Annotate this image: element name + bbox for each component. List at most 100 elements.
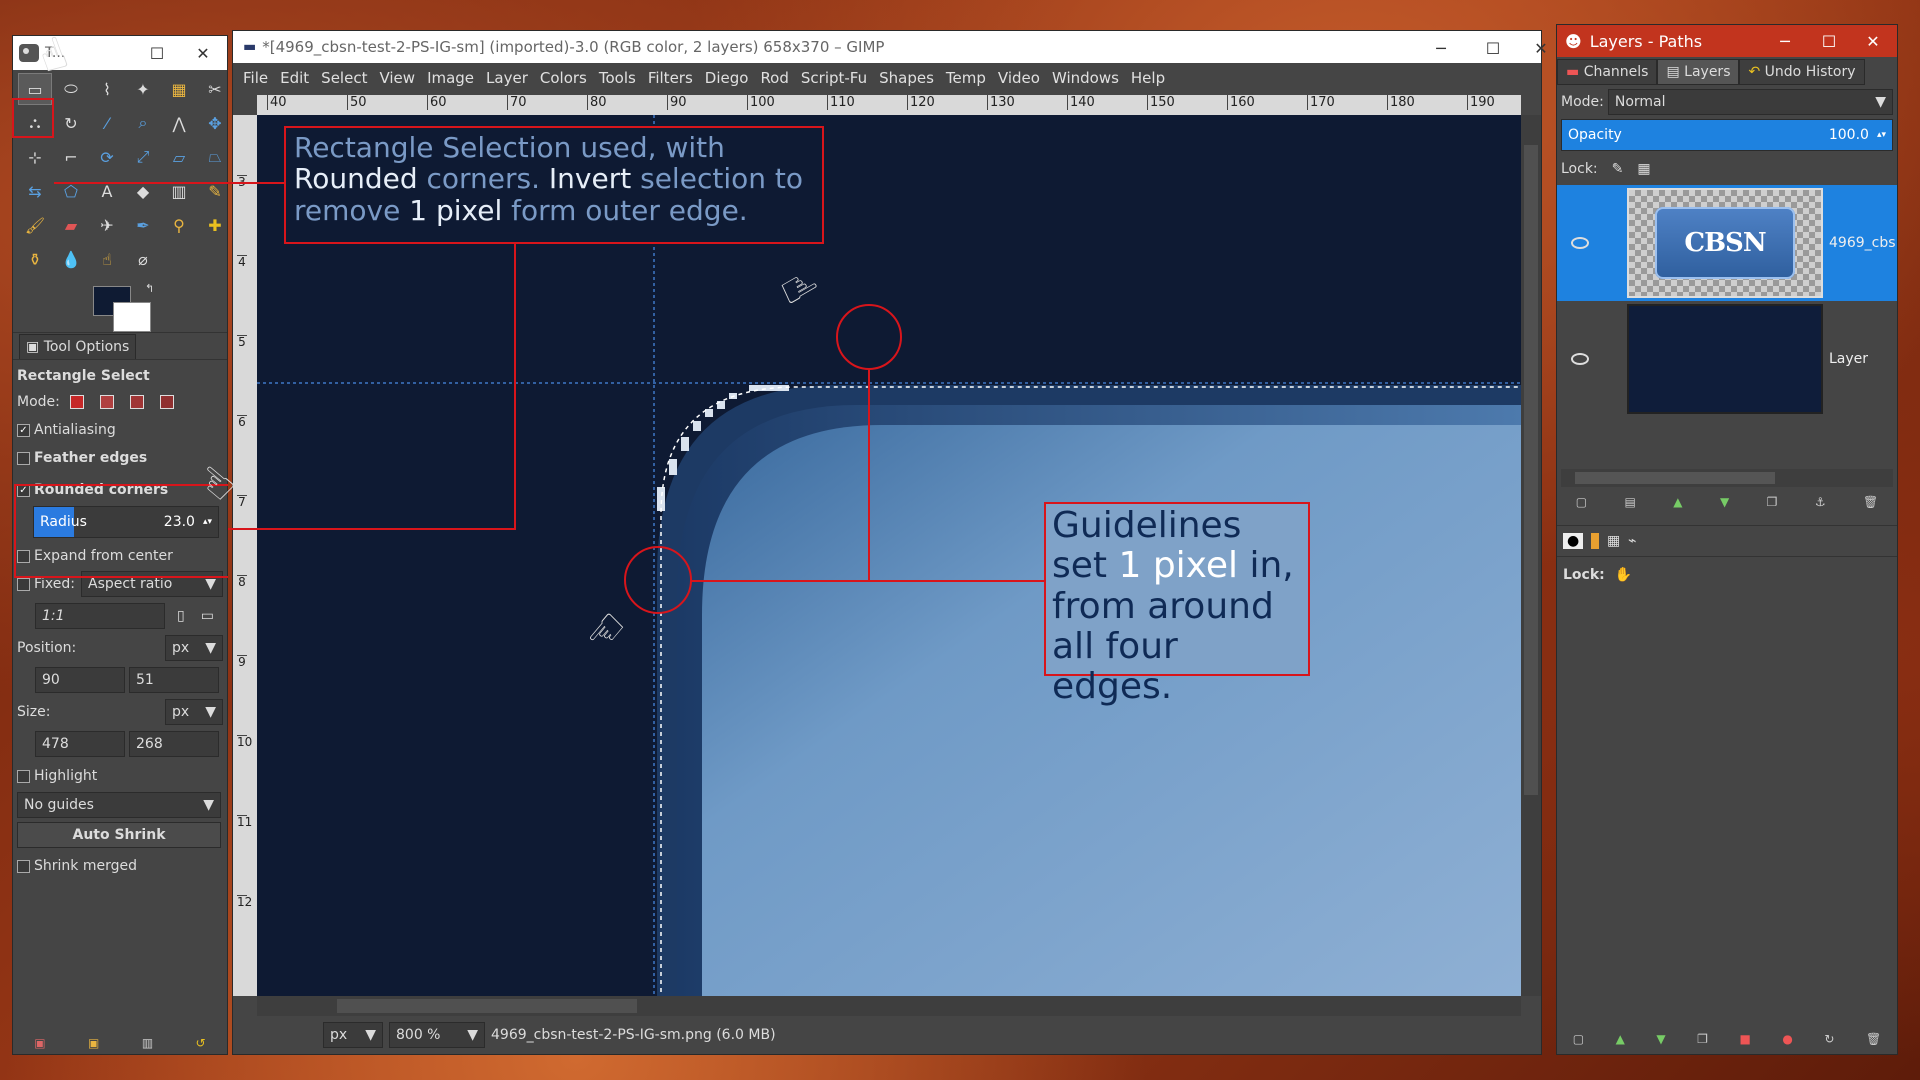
zoom-dropdown[interactable]: 800 % ▼: [389, 1022, 485, 1048]
menu-filters[interactable]: Filters: [642, 69, 699, 87]
tab-tool-options[interactable]: ▣ Tool Options: [19, 333, 137, 359]
menu-image[interactable]: Image: [421, 69, 480, 87]
stop-icon[interactable]: ■: [1739, 1032, 1750, 1046]
size-h-input[interactable]: 268: [129, 731, 219, 757]
menu-select[interactable]: Select: [315, 69, 373, 87]
trash-icon[interactable]: 🗑: [1866, 1032, 1881, 1046]
mode-add-button[interactable]: [99, 395, 114, 409]
position-y-input[interactable]: 51: [129, 667, 219, 693]
tab-channels[interactable]: ▬ Channels: [1557, 59, 1658, 85]
align-tool-icon[interactable]: ⊹: [19, 142, 51, 172]
menu-rod[interactable]: Rod: [754, 69, 794, 87]
text-tool-icon[interactable]: A: [91, 176, 123, 206]
smudge-tool-icon[interactable]: ☝: [91, 244, 123, 274]
highlight-checkbox[interactable]: [17, 769, 30, 783]
raise-icon[interactable]: ▲: [1616, 1032, 1625, 1046]
duplicate-icon[interactable]: ❐: [1697, 1032, 1708, 1046]
record-icon[interactable]: ●: [1782, 1032, 1792, 1046]
maximize-icon[interactable]: ☐: [1473, 31, 1513, 65]
gradient-icon[interactable]: ▦: [1607, 533, 1620, 549]
eye-icon[interactable]: [1571, 353, 1589, 365]
radius-slider[interactable]: Radius 23.0 ▴▾: [33, 506, 219, 538]
free-select-tool-icon[interactable]: ⌇: [91, 74, 123, 104]
shrink-merged-checkbox[interactable]: [17, 859, 30, 873]
horizontal-scrollbar[interactable]: [257, 996, 1521, 1016]
menu-shapes[interactable]: Shapes: [873, 69, 940, 87]
paths-tool-icon[interactable]: ↻: [55, 108, 87, 138]
vertical-scroll-thumb[interactable]: [1524, 145, 1538, 795]
opacity-slider[interactable]: Opacity 100.0 ▴▾: [1561, 119, 1893, 151]
refresh-icon[interactable]: ↻: [1824, 1032, 1834, 1046]
mode-intersect-button[interactable]: [159, 395, 174, 409]
cage-tool-icon[interactable]: ⬠: [55, 176, 87, 206]
perspective-tool-icon[interactable]: ⏢: [199, 142, 231, 172]
foreground-select-tool-icon[interactable]: ⛬: [19, 108, 51, 138]
shear-tool-icon[interactable]: ▱: [163, 142, 195, 172]
minimize-icon[interactable]: ─: [1421, 31, 1461, 65]
fixed-dropdown[interactable]: Aspect ratio ▼: [81, 571, 223, 597]
pencil-tool-icon[interactable]: ✎: [199, 176, 231, 206]
tab-undo-history[interactable]: ↶ Undo History: [1739, 59, 1865, 85]
menu-edit[interactable]: Edit: [274, 69, 315, 87]
unit-dropdown[interactable]: px ▼: [323, 1022, 383, 1048]
image-window-titlebar[interactable]: ▬ *[4969_cbsn-test-2-PS-IG-sm] (imported…: [233, 31, 1548, 65]
duplicate-layer-icon[interactable]: ❐: [1767, 495, 1778, 509]
raise-layer-icon[interactable]: ▲: [1673, 495, 1682, 509]
perspective-clone-tool-icon[interactable]: ⚱: [19, 244, 51, 274]
menu-tools[interactable]: Tools: [593, 69, 642, 87]
ink-tool-icon[interactable]: ✒: [127, 210, 159, 240]
eye-icon[interactable]: [1571, 237, 1589, 249]
position-unit-dropdown[interactable]: px ▼: [165, 635, 223, 661]
vertical-ruler[interactable]: 3456789101112: [233, 115, 257, 996]
crop-tool-icon[interactable]: ⌐: [55, 142, 87, 172]
size-unit-dropdown[interactable]: px ▼: [165, 699, 223, 725]
horizontal-scroll-thumb[interactable]: [337, 999, 637, 1013]
brush-icon[interactable]: ●: [1563, 533, 1584, 549]
landscape-icon[interactable]: ▭: [201, 608, 214, 624]
anchor-layer-icon[interactable]: ⚓: [1815, 495, 1826, 509]
lock-position-icon[interactable]: ✋: [1615, 567, 1632, 583]
restore-icon[interactable]: ☐: [137, 36, 177, 70]
bucket-fill-tool-icon[interactable]: ◆: [127, 176, 159, 206]
zoom-tool-icon[interactable]: ⌕: [127, 108, 159, 138]
fixed-checkbox[interactable]: [17, 577, 30, 591]
rotate-tool-icon[interactable]: ⟳: [91, 142, 123, 172]
guides-dropdown[interactable]: No guides ▼: [17, 792, 221, 818]
close-icon[interactable]: ✕: [183, 36, 223, 70]
tab-layers[interactable]: ▤ Layers: [1657, 59, 1740, 85]
pattern-icon[interactable]: ▮: [1591, 533, 1599, 549]
antialiasing-row[interactable]: ✓ Antialiasing: [15, 416, 225, 444]
ratio-input[interactable]: 1:1: [35, 603, 165, 629]
lower-layer-icon[interactable]: ▼: [1720, 495, 1729, 509]
heal-tool-icon[interactable]: ✚: [199, 210, 231, 240]
swap-colors-icon[interactable]: ↰: [145, 282, 154, 295]
background-color-swatch[interactable]: [113, 302, 151, 332]
lower-icon[interactable]: ▼: [1656, 1032, 1665, 1046]
reset-options-icon[interactable]: ↺: [196, 1036, 206, 1050]
blur-tool-icon[interactable]: 💧: [55, 244, 87, 274]
close-icon[interactable]: ✕: [1525, 31, 1557, 65]
blend-tool-icon[interactable]: ▥: [163, 176, 195, 206]
size-w-input[interactable]: 478: [35, 731, 125, 757]
layer-mode-dropdown[interactable]: Normal ▼: [1607, 89, 1893, 115]
expand-center-checkbox[interactable]: [17, 549, 30, 563]
menu-file[interactable]: File: [237, 69, 274, 87]
shrink-merged-row[interactable]: Shrink merged: [15, 852, 225, 880]
feather-edges-checkbox[interactable]: [17, 451, 30, 465]
clone-tool-icon[interactable]: ⚲: [163, 210, 195, 240]
lock-alpha-icon[interactable]: ▦: [1637, 161, 1650, 177]
antialiasing-checkbox[interactable]: ✓: [17, 423, 30, 437]
color-picker-tool-icon[interactable]: ⁄: [91, 108, 123, 138]
lock-pixels-icon[interactable]: ✎: [1612, 161, 1624, 177]
menu-video[interactable]: Video: [992, 69, 1046, 87]
auto-shrink-button[interactable]: Auto Shrink: [17, 822, 221, 848]
flip-tool-icon[interactable]: ⇆: [19, 176, 51, 206]
mode-subtract-button[interactable]: [129, 395, 144, 409]
color-select-tool-icon[interactable]: ▦: [163, 74, 195, 104]
restore-options-icon[interactable]: ▣: [88, 1036, 99, 1050]
position-x-input[interactable]: 90: [35, 667, 125, 693]
menu-temp[interactable]: Temp: [940, 69, 992, 87]
move-tool-icon[interactable]: ✥: [199, 108, 231, 138]
airbrush-tool-icon[interactable]: ✈: [91, 210, 123, 240]
opacity-spin-icon[interactable]: ▴▾: [1877, 130, 1886, 140]
